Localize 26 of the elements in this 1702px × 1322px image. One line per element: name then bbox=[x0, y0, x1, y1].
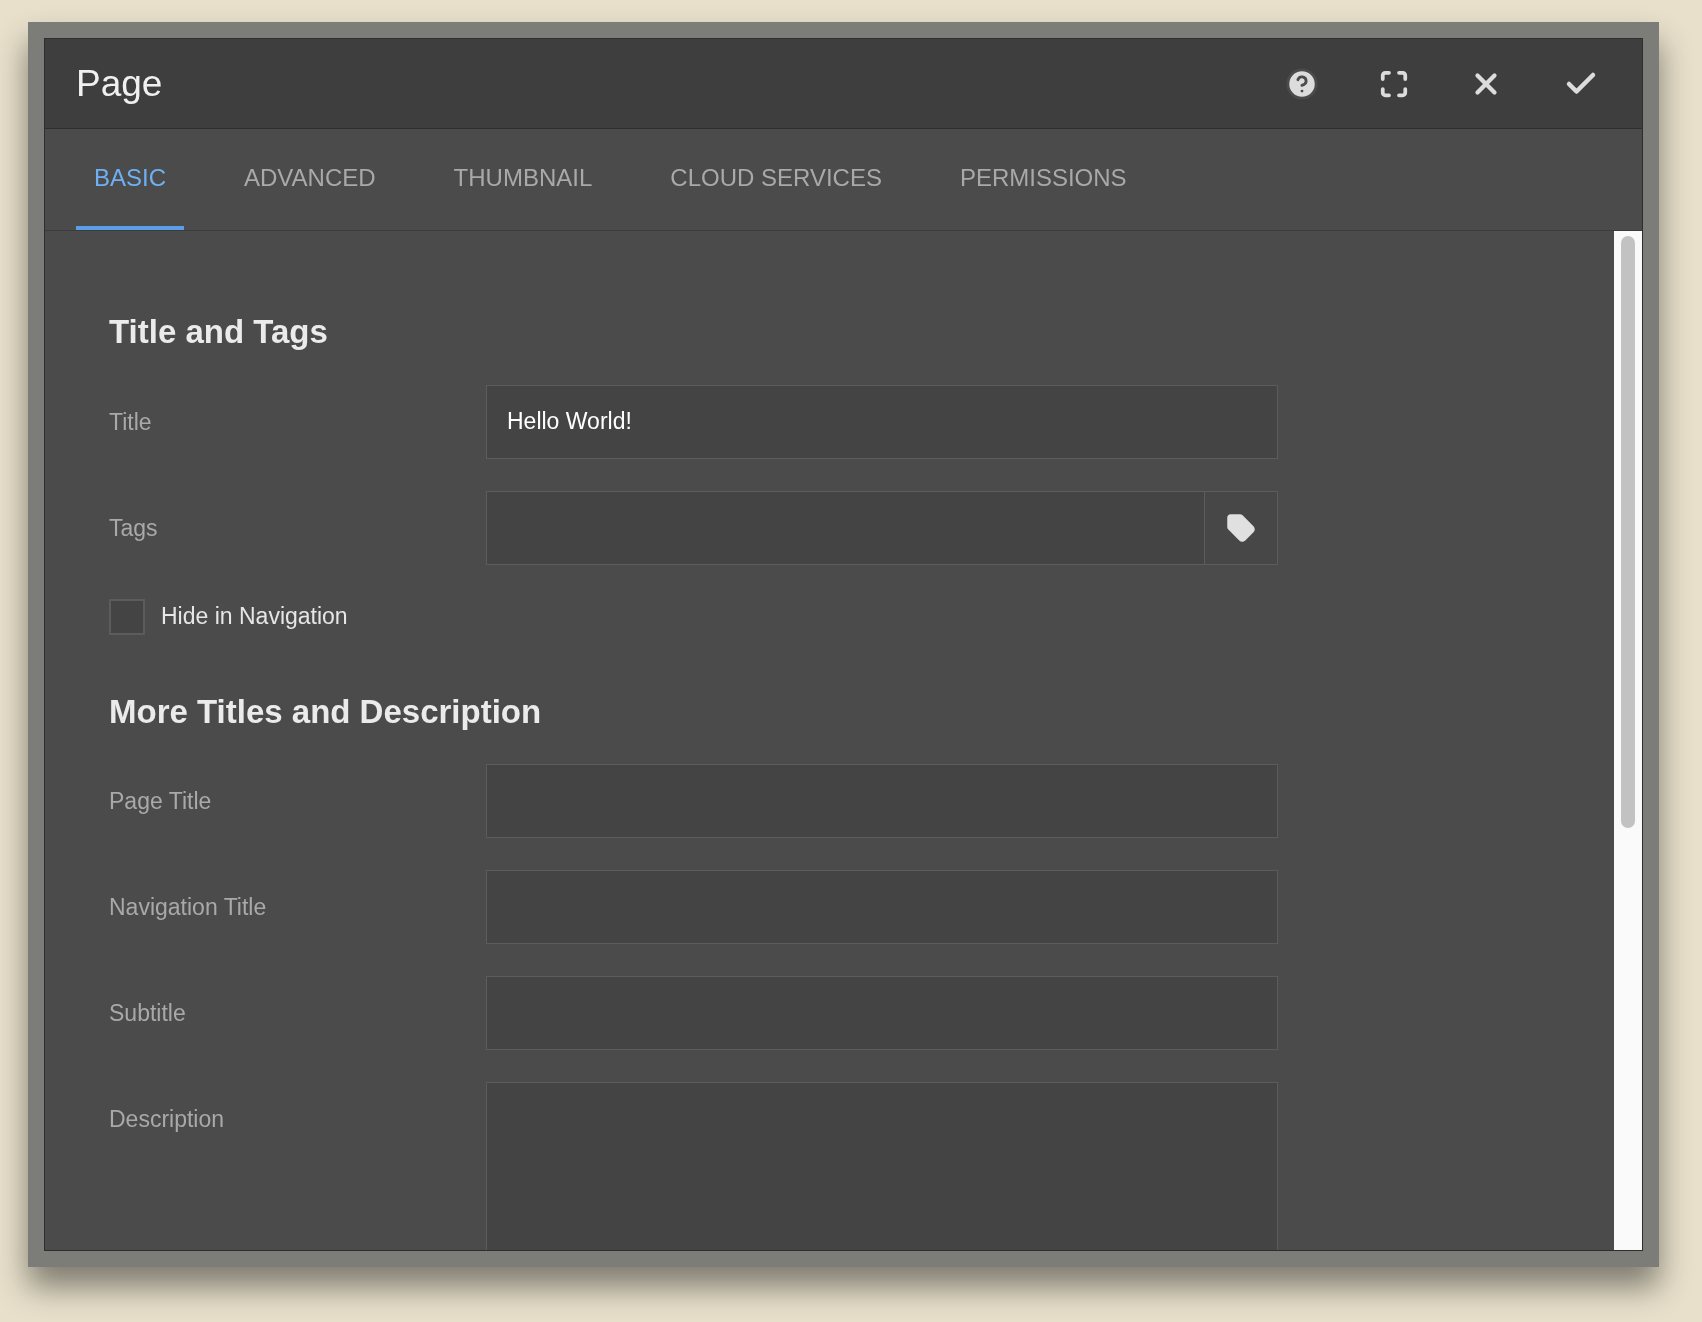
checkbox-label: Hide in Navigation bbox=[161, 602, 348, 632]
tab[interactable]: THUMBNAIL bbox=[435, 129, 611, 230]
field-label: Tags bbox=[109, 513, 159, 543]
tab[interactable]: BASIC bbox=[76, 129, 185, 230]
field-label: Description bbox=[109, 1105, 226, 1134]
tab[interactable]: ADVANCED bbox=[226, 129, 394, 230]
tab[interactable]: CLOUD SERVICES bbox=[652, 129, 900, 230]
fullscreen-icon[interactable] bbox=[1379, 68, 1409, 99]
tag-icon bbox=[1226, 512, 1256, 543]
section-heading: Title and Tags bbox=[109, 312, 329, 352]
text-field[interactable]: Hello World! bbox=[486, 384, 1278, 459]
text-field[interactable] bbox=[486, 764, 1278, 838]
field-label: Subtitle bbox=[109, 999, 187, 1028]
checkbox[interactable] bbox=[109, 598, 145, 635]
tags-field[interactable] bbox=[486, 490, 1278, 565]
field-label: Navigation Title bbox=[109, 893, 268, 922]
text-field[interactable] bbox=[486, 870, 1278, 944]
text-field[interactable] bbox=[486, 976, 1278, 1050]
dialog-title: Page bbox=[76, 61, 164, 106]
field-label: Title bbox=[109, 407, 153, 437]
field-label: Page Title bbox=[109, 787, 213, 816]
tab[interactable]: PERMISSIONS bbox=[941, 129, 1145, 230]
section-heading: More Titles and Description bbox=[109, 691, 543, 732]
help-icon[interactable] bbox=[1285, 66, 1319, 101]
scrollbar-thumb[interactable] bbox=[1621, 236, 1635, 828]
description-field[interactable] bbox=[486, 1082, 1278, 1250]
